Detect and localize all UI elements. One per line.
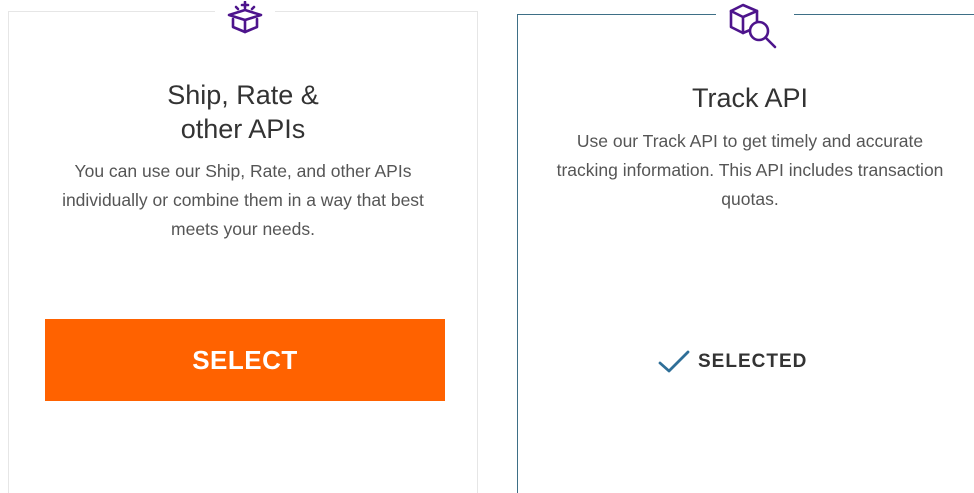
card-title: Track API (691, 83, 809, 113)
select-button[interactable]: SELECT (45, 319, 445, 401)
track-api-card[interactable]: Track API Use our Track API to get timel… (517, 0, 974, 493)
gift-box-icon (215, 0, 275, 38)
card-title-line-1: Ship, Rate & (167, 80, 319, 110)
box-search-icon (716, 0, 794, 51)
card-description: You can use our Ship, Rate, and other AP… (62, 161, 424, 239)
selected-status: SELECTED (658, 350, 807, 374)
checkmark-icon (658, 350, 690, 374)
ship-rate-api-card[interactable]: Ship, Rate & other APIs You can use our … (8, 0, 478, 493)
card-description: Use our Track API to get timely and accu… (556, 131, 944, 209)
selected-label: SELECTED (698, 351, 808, 372)
card-title-line-2: other APIs (180, 114, 306, 144)
card-title: Ship, Rate & other APIs (9, 78, 477, 146)
api-selection-page: Ship, Rate & other APIs You can use our … (0, 0, 974, 493)
